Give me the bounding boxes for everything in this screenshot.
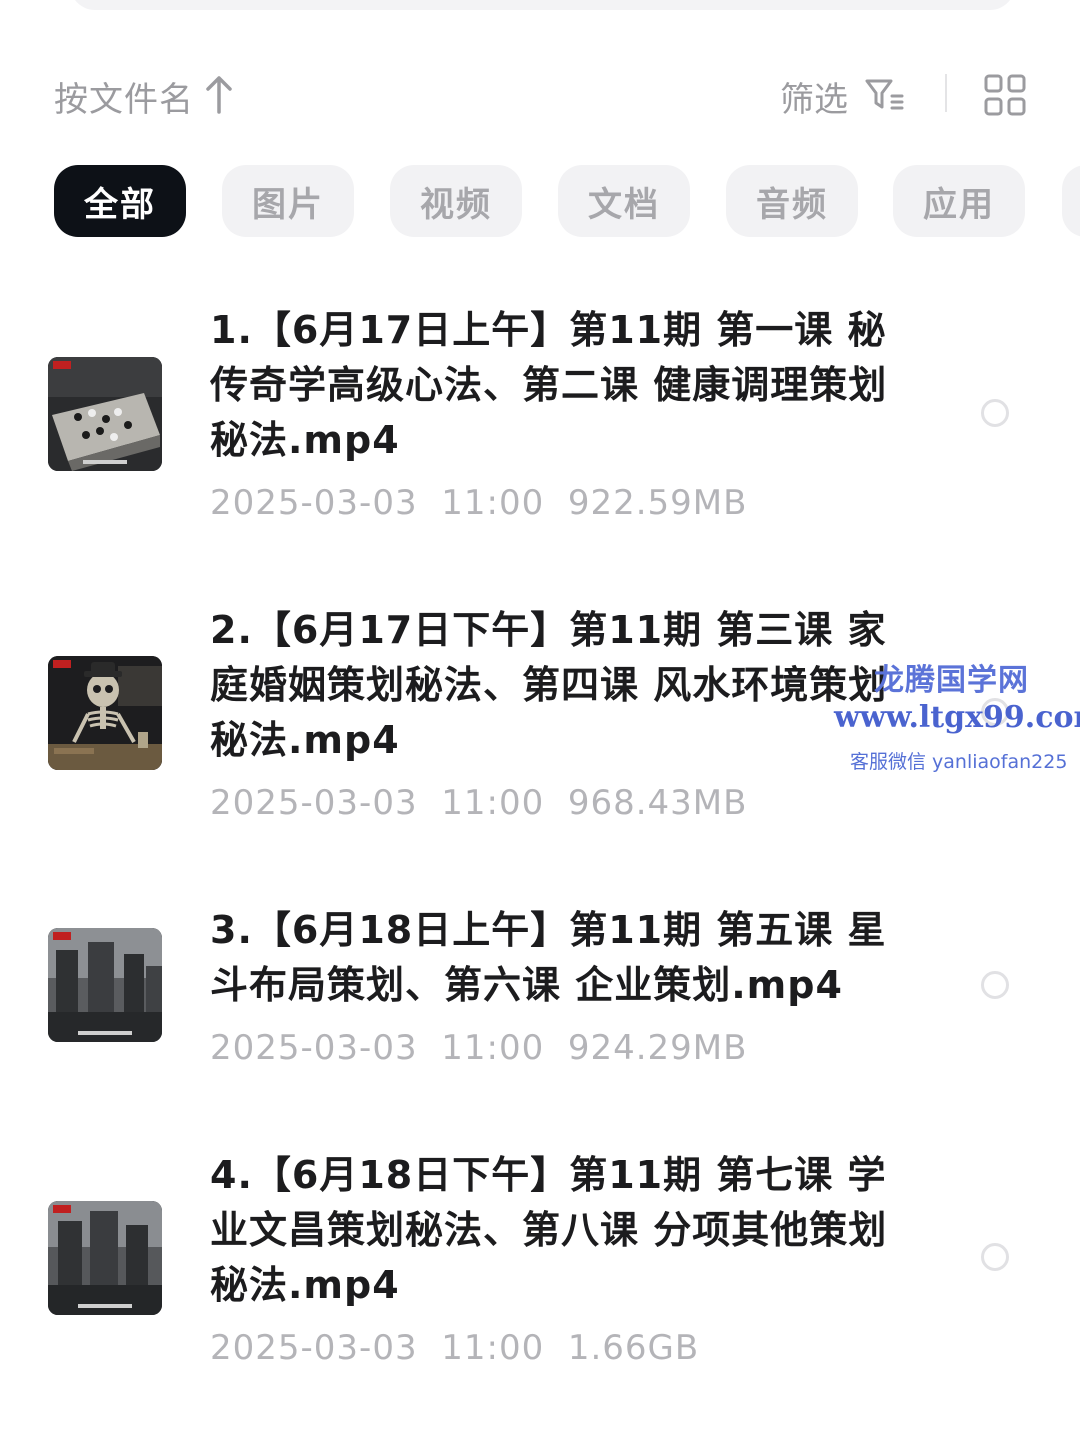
select-radio[interactable]: [981, 1243, 1009, 1271]
sort-filter-bar: 按文件名 筛选: [0, 60, 1080, 130]
tab-audio[interactable]: 音频: [726, 165, 858, 237]
file-row[interactable]: 3.【6月18日上午】第11期 第五课 星斗布局策划、第六课 企业策划.mp4 …: [0, 900, 1080, 1080]
file-time: 11:00: [441, 483, 545, 523]
file-meta: 2025-03-03 11:00 924.29MB: [210, 1028, 747, 1068]
file-size: 1.66GB: [567, 1328, 700, 1368]
file-name: 1.【6月17日上午】第11期 第一课 秘传奇学高级心法、第二课 健康调理策划秘…: [210, 308, 888, 462]
tab-images[interactable]: 图片: [222, 165, 354, 237]
tab-more[interactable]: [1062, 165, 1080, 237]
select-radio[interactable]: [981, 399, 1009, 427]
file-date: 2025-03-03: [210, 783, 418, 823]
file-row[interactable]: 4.【6月18日下午】第11期 第七课 学业文昌策划秘法、第八课 分项其他策划秘…: [0, 1145, 1080, 1385]
tab-all[interactable]: 全部: [54, 165, 186, 237]
tab-apps[interactable]: 应用: [893, 165, 1025, 237]
watermark-url: www.ltgx99.com: [834, 700, 1080, 735]
file-meta: 2025-03-03 11:00 922.59MB: [210, 483, 747, 523]
file-date: 2025-03-03: [210, 483, 418, 523]
file-size: 922.59MB: [567, 483, 748, 523]
arrow-up-icon[interactable]: [205, 74, 233, 114]
file-size: 924.29MB: [567, 1028, 748, 1068]
file-name: 2.【6月17日下午】第11期 第三课 家庭婚姻策划秘法、第四课 风水环境策划秘…: [210, 608, 888, 762]
sort-by-name-button[interactable]: 按文件名: [54, 72, 194, 121]
file-meta: 2025-03-03 11:00 1.66GB: [210, 1328, 699, 1368]
file-name: 3.【6月18日上午】第11期 第五课 星斗布局策划、第六课 企业策划.mp4: [210, 908, 887, 1007]
file-date: 2025-03-03: [210, 1328, 418, 1368]
grid-view-icon[interactable]: [983, 73, 1027, 117]
filter-icon[interactable]: [864, 78, 904, 112]
toolbar-divider: [945, 74, 947, 112]
video-thumbnail-board-game: [48, 357, 162, 471]
watermark-wechat: 客服微信 yanliaofan225: [850, 751, 1068, 773]
tab-documents[interactable]: 文档: [558, 165, 690, 237]
file-size: 968.43MB: [567, 783, 748, 823]
file-row[interactable]: 1.【6月17日上午】第11期 第一课 秘传奇学高级心法、第二课 健康调理策划秘…: [0, 300, 1080, 540]
file-type-tabs: 全部 图片 视频 文档 音频 应用: [54, 165, 1080, 237]
watermark: 龙腾国学网 www.ltgx99.com 客服微信 yanliaofan225: [830, 655, 1080, 775]
tab-videos[interactable]: 视频: [390, 165, 522, 237]
file-name: 4.【6月18日下午】第11期 第七课 学业文昌策划秘法、第八课 分项其他策划秘…: [210, 1153, 888, 1307]
select-radio[interactable]: [981, 971, 1009, 999]
filter-button[interactable]: 筛选: [780, 72, 848, 121]
video-thumbnail-city: [48, 928, 162, 1042]
file-meta: 2025-03-03 11:00 968.43MB: [210, 783, 747, 823]
search-bar-edge[interactable]: [70, 0, 1015, 10]
file-time: 11:00: [441, 1028, 545, 1068]
watermark-site-name: 龙腾国学网: [874, 663, 1029, 698]
video-thumbnail-city: [48, 1201, 162, 1315]
file-time: 11:00: [441, 1328, 545, 1368]
video-thumbnail-skeleton: [48, 656, 162, 770]
file-date: 2025-03-03: [210, 1028, 418, 1068]
file-time: 11:00: [441, 783, 545, 823]
